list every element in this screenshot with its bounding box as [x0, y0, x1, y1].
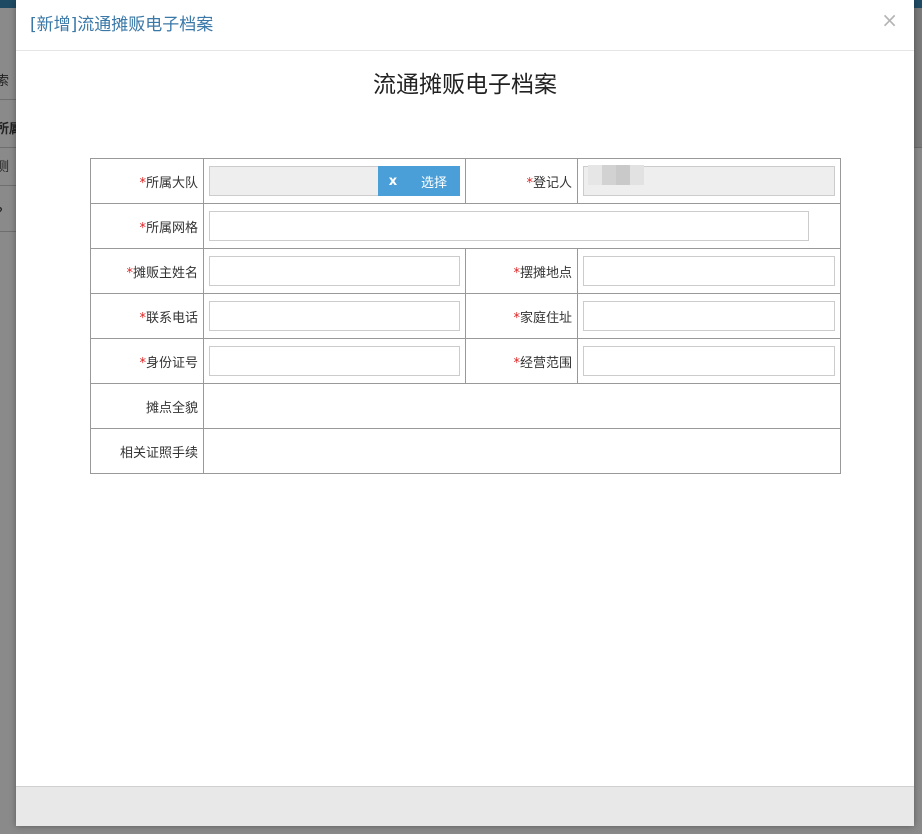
home-address-label: 家庭住址 — [519, 310, 572, 326]
vendor-name-label-cell: *摊贩主姓名 — [90, 248, 204, 294]
phone-field-cell — [203, 293, 466, 339]
business-scope-input[interactable] — [583, 346, 835, 376]
phone-input[interactable] — [209, 301, 460, 331]
grid-field-cell — [203, 203, 841, 249]
stall-location-label-cell: *摆摊地点 — [465, 248, 578, 294]
form-row: 摊点全貌 — [90, 383, 841, 429]
business-scope-label: 经营范围 — [519, 355, 572, 371]
team-label-cell: *所属大队 — [90, 158, 204, 204]
redacted-name-blur — [588, 165, 644, 185]
grid-label: 所属网格 — [145, 220, 198, 236]
form-row: *摊贩主姓名 *摆摊地点 — [90, 248, 841, 294]
team-label: 所属大队 — [145, 175, 198, 191]
modal-footer — [16, 786, 914, 826]
phone-label-cell: *联系电话 — [90, 293, 204, 339]
modal-dialog: [新增]流通摊贩电子档案 × 流通摊贩电子档案 *所属大队 x 选择 *登记人 … — [16, 0, 914, 826]
phone-label: 联系电话 — [145, 310, 198, 326]
stall-overview-label: 摊点全貌 — [145, 400, 198, 416]
registrant-label-cell: *登记人 — [465, 158, 578, 204]
background-fragment: 测 — [0, 150, 16, 186]
licenses-field-cell[interactable] — [203, 428, 841, 474]
id-number-label-cell: *身份证号 — [90, 338, 204, 384]
archive-form-table: *所属大队 x 选择 *登记人 *所属网格 *摊贩主姓名 *摆摊地点 *联系电话… — [90, 158, 841, 474]
team-field-cell: x 选择 — [203, 158, 466, 204]
background-fragment: 所属 — [0, 112, 16, 148]
form-row: *所属大队 x 选择 *登记人 — [90, 158, 841, 204]
licenses-label-cell: 相关证照手续 — [90, 428, 204, 474]
stall-overview-label-cell: 摊点全貌 — [90, 383, 204, 429]
registrant-label: 登记人 — [532, 175, 572, 191]
form-heading: 流通摊贩电子档案 — [373, 72, 557, 98]
id-number-field-cell — [203, 338, 466, 384]
business-scope-label-cell: *经营范围 — [465, 338, 578, 384]
team-input[interactable] — [209, 166, 378, 196]
business-scope-field-cell — [577, 338, 841, 384]
background-right-band — [914, 8, 922, 148]
licenses-label: 相关证照手续 — [119, 445, 198, 461]
form-row: 相关证照手续 — [90, 428, 841, 474]
form-row: *联系电话 *家庭住址 — [90, 293, 841, 339]
background-fragment: ? — [0, 196, 16, 232]
choose-team-button[interactable]: 选择 — [408, 166, 460, 196]
modal-header: [新增]流通摊贩电子档案 × — [16, 0, 914, 51]
home-address-label-cell: *家庭住址 — [465, 293, 578, 339]
clear-team-button[interactable]: x — [378, 166, 408, 196]
grid-input[interactable] — [209, 211, 809, 241]
id-number-input[interactable] — [209, 346, 460, 376]
vendor-name-label: 摊贩主姓名 — [132, 265, 198, 281]
registrant-field-cell — [577, 158, 841, 204]
stall-location-field-cell — [577, 248, 841, 294]
home-address-field-cell — [577, 293, 841, 339]
id-number-label: 身份证号 — [145, 355, 198, 371]
grid-label-cell: *所属网格 — [90, 203, 204, 249]
form-row: *所属网格 — [90, 203, 841, 249]
vendor-name-field-cell — [203, 248, 466, 294]
home-address-input[interactable] — [583, 301, 835, 331]
modal-title: [新增]流通摊贩电子档案 — [30, 15, 214, 35]
background-fragment: 索 — [0, 64, 16, 100]
modal-body: 流通摊贩电子档案 *所属大队 x 选择 *登记人 *所属网格 *摊贩主姓名 *摆… — [16, 51, 914, 786]
form-row: *身份证号 *经营范围 — [90, 338, 841, 384]
close-icon[interactable]: × — [881, 10, 898, 30]
stall-location-label: 摆摊地点 — [519, 265, 572, 281]
stall-location-input[interactable] — [583, 256, 835, 286]
vendor-name-input[interactable] — [209, 256, 460, 286]
stall-overview-field-cell[interactable] — [203, 383, 841, 429]
team-selector: x 选择 — [209, 166, 460, 196]
